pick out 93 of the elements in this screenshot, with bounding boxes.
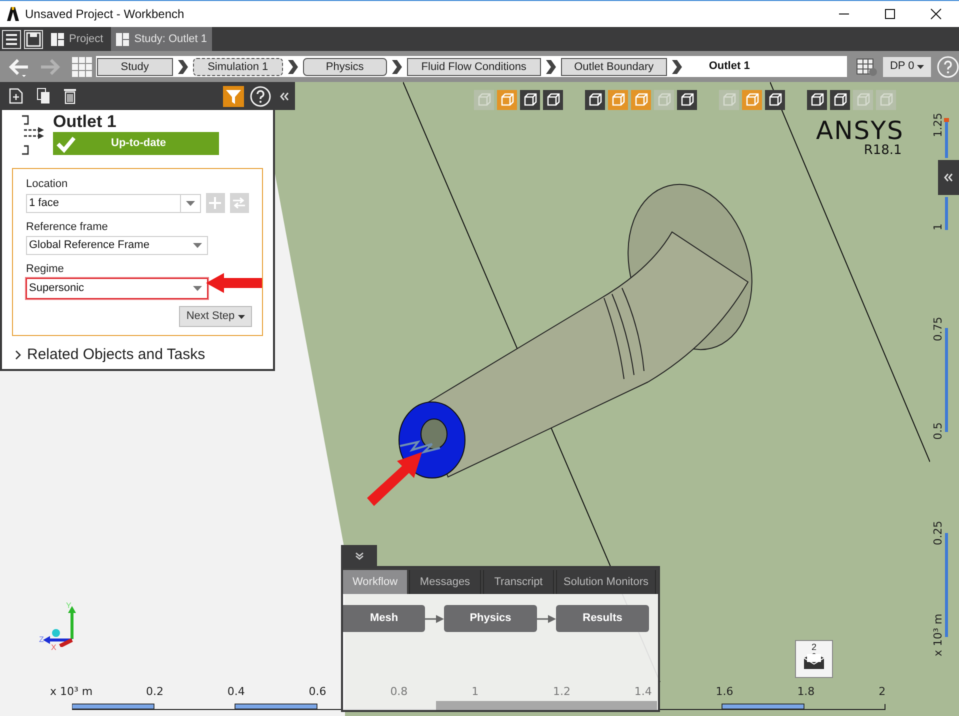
help-icon[interactable] (250, 86, 271, 106)
view-tool-icon[interactable] (585, 90, 605, 110)
axis-tick-label: 1 (472, 685, 479, 698)
checkmark-icon (56, 134, 76, 152)
breadcrumb[interactable]: Simulation 1 (192, 58, 283, 76)
view-tool-icon[interactable] (677, 90, 697, 110)
axis-tick-label: 0.2 (146, 685, 164, 698)
flow-arrow-icon (425, 614, 444, 622)
filter-icon[interactable] (223, 86, 244, 106)
chevron-right-icon (176, 58, 189, 74)
expand-handle[interactable] (938, 160, 959, 195)
menu-icon[interactable] (2, 30, 21, 48)
app-logo-icon (6, 6, 20, 22)
scrollbar-thumb[interactable] (436, 701, 657, 710)
layout-icon (116, 32, 130, 46)
breadcrumb[interactable]: Outlet Boundary (560, 58, 667, 76)
caret-icon (193, 286, 202, 291)
double-chevron-left-icon (944, 173, 953, 182)
axis-tick-label: 0.75 (932, 316, 944, 342)
view-tool-icon[interactable] (543, 90, 563, 110)
panel-tab[interactable]: Transcript (483, 570, 554, 594)
axis-label: Y (66, 602, 72, 610)
axis-tick-label: 0.8 (390, 685, 408, 698)
layout-icon (51, 32, 64, 46)
design-point-dropdown[interactable]: DP 0 (883, 56, 932, 76)
double-chevron-left-icon[interactable] (280, 92, 289, 100)
axis-tick-label: 1.25 (932, 112, 944, 138)
chevron-right-icon (390, 58, 403, 74)
version-label: R18.1 (864, 144, 902, 158)
axis-tick-label: 0.6 (308, 685, 326, 698)
caret-icon (193, 243, 202, 248)
axis-tick-label: 1 (932, 224, 944, 230)
trash-icon[interactable] (64, 88, 76, 104)
axis-unit-label: x 10³ m (932, 614, 944, 656)
panel-tab[interactable]: Messages (409, 570, 481, 594)
plus-icon (209, 197, 222, 209)
workflow-step-button[interactable]: Mesh (343, 605, 425, 632)
annotation-arrow (206, 273, 262, 293)
window-title: Unsaved Project - Workbench (25, 6, 184, 23)
field-label: Reference frame (26, 221, 109, 234)
workflow-step-button[interactable]: Results (556, 605, 649, 632)
notification-button[interactable]: 2 (795, 640, 833, 678)
document-tab[interactable]: Study: Outlet 1 (111, 27, 212, 51)
axis-unit-label: x 10³ m (50, 685, 93, 698)
axis-tick-label: 0.5 (932, 422, 944, 440)
envelope-icon (804, 653, 824, 669)
chevron-right-icon (544, 58, 557, 74)
caret-icon (238, 314, 245, 318)
next-step-button[interactable]: Next Step (179, 306, 252, 327)
view-tool-icon[interactable] (807, 90, 827, 110)
breadcrumb[interactable]: Physics (302, 58, 387, 76)
dropdown-field[interactable]: Supersonic (26, 278, 208, 299)
axis-tick-label: 0.4 (227, 685, 245, 698)
view-tool-icon[interactable] (765, 90, 785, 110)
new-item-icon[interactable] (9, 88, 23, 104)
scale-bar-drawing (944, 118, 949, 158)
dropdown-field[interactable]: 1 face (26, 194, 201, 212)
breadcrumb[interactable]: Fluid Flow Conditions (406, 58, 541, 76)
axis-label: X (51, 644, 56, 652)
caret-icon (917, 64, 924, 68)
annotation-arrow (366, 452, 422, 506)
breadcrumb[interactable]: Study (96, 58, 173, 76)
axis-tick-label: 1.8 (797, 685, 815, 698)
swap-arrows-icon (233, 197, 246, 209)
object-title: Outlet 1 (53, 112, 118, 132)
table-link-icon[interactable] (856, 56, 878, 76)
chevron-right-icon (15, 350, 21, 360)
axis-tick-label: 1.2 (553, 685, 570, 698)
outlet-boundary-icon (20, 114, 46, 156)
copy-icon[interactable] (37, 88, 50, 104)
chevron-right-icon (286, 58, 299, 74)
view-tool-icon[interactable] (830, 90, 850, 110)
flow-arrow-icon (537, 614, 556, 622)
axis-tick-label: 1.4 (634, 685, 652, 698)
panel-tab[interactable]: Solution Monitors (556, 570, 656, 594)
workflow-step-button[interactable]: Physics (444, 605, 537, 632)
brand-logo: ANSYS (816, 118, 904, 144)
related-objects-toggle[interactable]: Related Objects and Tasks (15, 344, 273, 366)
double-chevron-down-icon (354, 552, 364, 560)
apps-grid-icon[interactable] (72, 56, 92, 76)
view-tool-icon[interactable] (520, 90, 540, 110)
chevron-right-icon (670, 58, 683, 74)
caret-icon (186, 200, 195, 206)
save-icon[interactable] (24, 30, 43, 48)
axis-label: Z (39, 636, 44, 644)
axis-tick-label: 1.6 (716, 685, 734, 698)
field-label: Location (26, 178, 69, 191)
collapse-handle[interactable] (341, 545, 377, 566)
status-badge: Up-to-date (53, 132, 219, 155)
field-label: Regime (26, 263, 65, 276)
axis-tick-label: 2 (878, 685, 886, 698)
dropdown-field[interactable]: Global Reference Frame (26, 236, 208, 255)
axis-tick-label: 0.25 (932, 520, 944, 546)
